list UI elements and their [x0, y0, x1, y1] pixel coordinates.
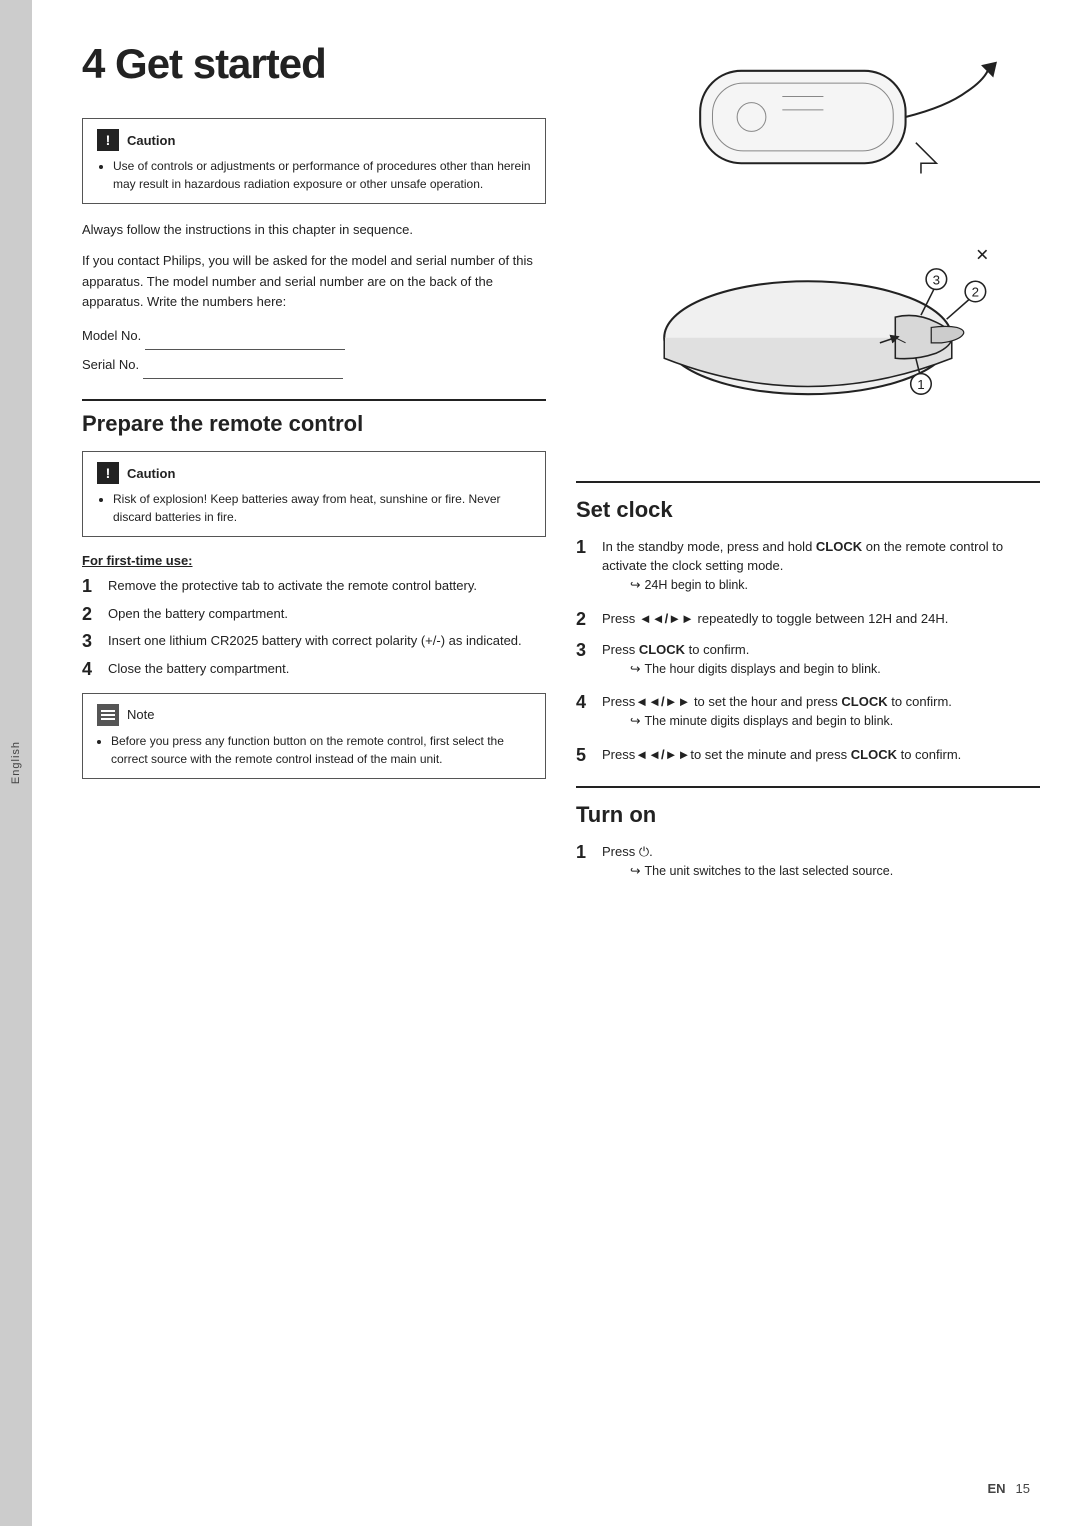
- right-column: 1 2 3 ✕: [576, 40, 1040, 1486]
- left-column: 4 Get started ! Caution Use of controls …: [82, 40, 546, 1486]
- caution-item-2: Risk of explosion! Keep batteries away f…: [113, 490, 531, 526]
- caution-icon-2: !: [97, 462, 119, 484]
- serial-line: [143, 352, 343, 379]
- model-line: [145, 323, 345, 350]
- footer-en: EN: [987, 1481, 1005, 1496]
- model-label: Model No.: [82, 328, 141, 343]
- model-row: Model No.: [82, 323, 546, 350]
- clock-step-num-1: 1: [576, 537, 594, 599]
- caution-box-2: ! Caution Risk of explosion! Keep batter…: [82, 451, 546, 537]
- caution-title-2: Caution: [127, 466, 175, 481]
- caution-header-1: ! Caution: [97, 129, 531, 151]
- step-text-2: Open the battery compartment.: [108, 604, 288, 626]
- svg-text:3: 3: [933, 272, 940, 287]
- clock-step-5: 5 Press◄◄/►►to set the minute and press …: [576, 745, 1040, 767]
- note-header: Note: [97, 704, 531, 726]
- turn-on-step-1-arrow: ↪The unit switches to the last selected …: [630, 862, 893, 881]
- caution-icon-1: !: [97, 129, 119, 151]
- clock-step-1-content: In the standby mode, press and hold CLOC…: [602, 537, 1040, 599]
- caution-box-1: ! Caution Use of controls or adjustments…: [82, 118, 546, 204]
- clock-step-4-content: Press◄◄/►► to set the hour and press CLO…: [602, 692, 952, 734]
- clock-step-5-text: Press◄◄/►►to set the minute and press CL…: [602, 745, 961, 767]
- page-footer: EN 15: [987, 1481, 1030, 1496]
- page: English 4 Get started ! Caution: [0, 0, 1080, 1526]
- clock-step-2-text: Press ◄◄/►► repeatedly to toggle between…: [602, 609, 948, 631]
- note-title: Note: [127, 707, 154, 722]
- set-clock-divider: [576, 481, 1040, 483]
- clock-step-num-4: 4: [576, 692, 594, 734]
- clock-step-2: 2 Press ◄◄/►► repeatedly to toggle betwe…: [576, 609, 1040, 631]
- sidebar-language-label: English: [10, 741, 22, 784]
- svg-text:1: 1: [917, 377, 924, 392]
- sidebar: English: [0, 0, 32, 1526]
- clock-step-3: 3 Press CLOCK to confirm. ↪The hour digi…: [576, 640, 1040, 682]
- note-item: Before you press any function button on …: [111, 732, 531, 768]
- main-content: 4 Get started ! Caution Use of controls …: [32, 0, 1080, 1526]
- first-use-step-2: 2 Open the battery compartment.: [82, 604, 546, 626]
- turn-on-step-1-content: Press ⏻. ↪The unit switches to the last …: [602, 842, 893, 884]
- first-use-step-4: 4 Close the battery compartment.: [82, 659, 546, 681]
- note-box: Note Before you press any function butto…: [82, 693, 546, 779]
- clock-step-num-3: 3: [576, 640, 594, 682]
- caution-item-1: Use of controls or adjustments or perfor…: [113, 157, 531, 193]
- diagram-area: 1 2 3 ✕: [576, 40, 1040, 461]
- clock-step-3-text: Press CLOCK to confirm.: [602, 642, 749, 657]
- svg-text:✕: ✕: [975, 247, 989, 265]
- note-line-2: [101, 714, 115, 716]
- chapter-title: 4 Get started: [82, 40, 546, 88]
- first-use-list: 1 Remove the protective tab to activate …: [82, 576, 546, 680]
- note-line-3: [101, 718, 115, 720]
- step-num-3: 3: [82, 631, 100, 653]
- clock-step-4-text: Press◄◄/►► to set the hour and press CLO…: [602, 694, 952, 709]
- turn-on-step-1: 1 Press ⏻. ↪The unit switches to the las…: [576, 842, 1040, 884]
- turn-on-step-1-text: Press ⏻.: [602, 844, 653, 859]
- two-column-layout: 4 Get started ! Caution Use of controls …: [82, 40, 1040, 1486]
- first-use-heading: For first-time use:: [82, 553, 546, 568]
- diagram-top: [618, 40, 998, 225]
- note-text: Before you press any function button on …: [97, 732, 531, 768]
- turn-on-step-num-1: 1: [576, 842, 594, 884]
- caution-title-1: Caution: [127, 133, 175, 148]
- turn-on-divider: [576, 786, 1040, 788]
- prepare-heading: Prepare the remote control: [82, 399, 546, 437]
- first-use-step-3: 3 Insert one lithium CR2025 battery with…: [82, 631, 546, 653]
- clock-step-3-content: Press CLOCK to confirm. ↪The hour digits…: [602, 640, 881, 682]
- clock-step-3-arrow: ↪The hour digits displays and begin to b…: [630, 660, 881, 679]
- clock-step-4-arrow: ↪The minute digits displays and begin to…: [630, 712, 952, 731]
- clock-step-4: 4 Press◄◄/►► to set the hour and press C…: [576, 692, 1040, 734]
- step-num-1: 1: [82, 576, 100, 598]
- clock-step-num-2: 2: [576, 609, 594, 631]
- chapter-number: 4: [82, 40, 104, 87]
- caution-header-2: ! Caution: [97, 462, 531, 484]
- caution-text-1: Use of controls or adjustments or perfor…: [97, 157, 531, 193]
- intro-para1: Always follow the instructions in this c…: [82, 220, 546, 241]
- chapter-title-text: Get started: [115, 40, 326, 87]
- serial-label: Serial No.: [82, 357, 139, 372]
- step-text-4: Close the battery compartment.: [108, 659, 289, 681]
- clock-step-1: 1 In the standby mode, press and hold CL…: [576, 537, 1040, 599]
- note-icon-lines: [101, 710, 115, 720]
- step-num-2: 2: [82, 604, 100, 626]
- turn-on-heading: Turn on: [576, 802, 1040, 828]
- turn-on-list: 1 Press ⏻. ↪The unit switches to the las…: [576, 842, 1040, 884]
- clock-step-1-arrow: ↪24H begin to blink.: [630, 576, 1040, 595]
- serial-row: Serial No.: [82, 352, 546, 379]
- clock-step-1-text: In the standby mode, press and hold CLOC…: [602, 539, 1003, 574]
- first-use-step-1: 1 Remove the protective tab to activate …: [82, 576, 546, 598]
- set-clock-heading: Set clock: [576, 497, 1040, 523]
- diagram-numbered: 1 2 3 ✕: [618, 235, 998, 461]
- note-line-1: [101, 710, 115, 712]
- intro-para2: If you contact Philips, you will be aske…: [82, 251, 546, 313]
- note-icon: [97, 704, 119, 726]
- step-text-1: Remove the protective tab to activate th…: [108, 576, 477, 598]
- step-num-4: 4: [82, 659, 100, 681]
- step-text-3: Insert one lithium CR2025 battery with c…: [108, 631, 522, 653]
- caution-text-2: Risk of explosion! Keep batteries away f…: [97, 490, 531, 526]
- footer-page: 15: [1016, 1481, 1030, 1496]
- set-clock-list: 1 In the standby mode, press and hold CL…: [576, 537, 1040, 766]
- clock-step-num-5: 5: [576, 745, 594, 767]
- svg-text:2: 2: [972, 284, 979, 299]
